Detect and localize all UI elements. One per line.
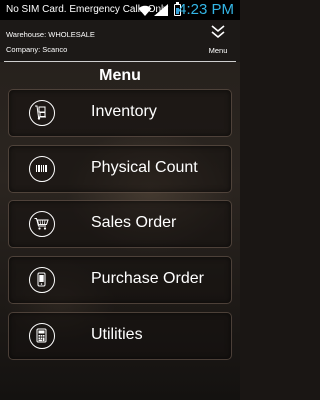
menu-item-label: Utilities: [91, 326, 143, 343]
warehouse-label: Warehouse: WHOLESALE: [6, 30, 95, 39]
menu-button-label: Menu: [208, 46, 228, 55]
menu-item-label: Purchase Order: [91, 270, 204, 287]
menu-item-label: Sales Order: [91, 214, 177, 231]
app-header: Warehouse: WHOLESALE Company: Scanco Men…: [0, 20, 240, 62]
menu-item-purchase-order[interactable]: Purchase Order: [8, 256, 232, 304]
header-divider: [4, 61, 236, 62]
menu-item-physical-count[interactable]: Physical Count: [8, 145, 232, 193]
menu-item-label: Inventory: [91, 103, 157, 120]
menu-item-utilities[interactable]: Utilities: [8, 312, 232, 360]
mobile-device-icon: [29, 267, 55, 293]
barcode-icon: [29, 156, 55, 182]
menu-item-inventory[interactable]: Inventory: [8, 89, 232, 137]
company-label: Company: Scanco: [6, 45, 68, 54]
status-bar: No SIM Card. Emergency Calls Only ! 4:23…: [0, 0, 240, 20]
clock: 4:23 PM: [178, 1, 234, 18]
calculator-icon: [29, 323, 55, 349]
menu-button[interactable]: Menu: [200, 22, 236, 58]
double-chevron-down-icon: [211, 25, 225, 39]
shopping-cart-icon: [29, 211, 55, 237]
page-title: Menu: [99, 67, 141, 84]
signal-icon: !: [154, 4, 168, 16]
hand-truck-icon: [29, 100, 55, 126]
menu-item-label: Physical Count: [91, 159, 198, 176]
wifi-icon: [138, 5, 152, 16]
menu-item-sales-order[interactable]: Sales Order: [8, 200, 232, 248]
